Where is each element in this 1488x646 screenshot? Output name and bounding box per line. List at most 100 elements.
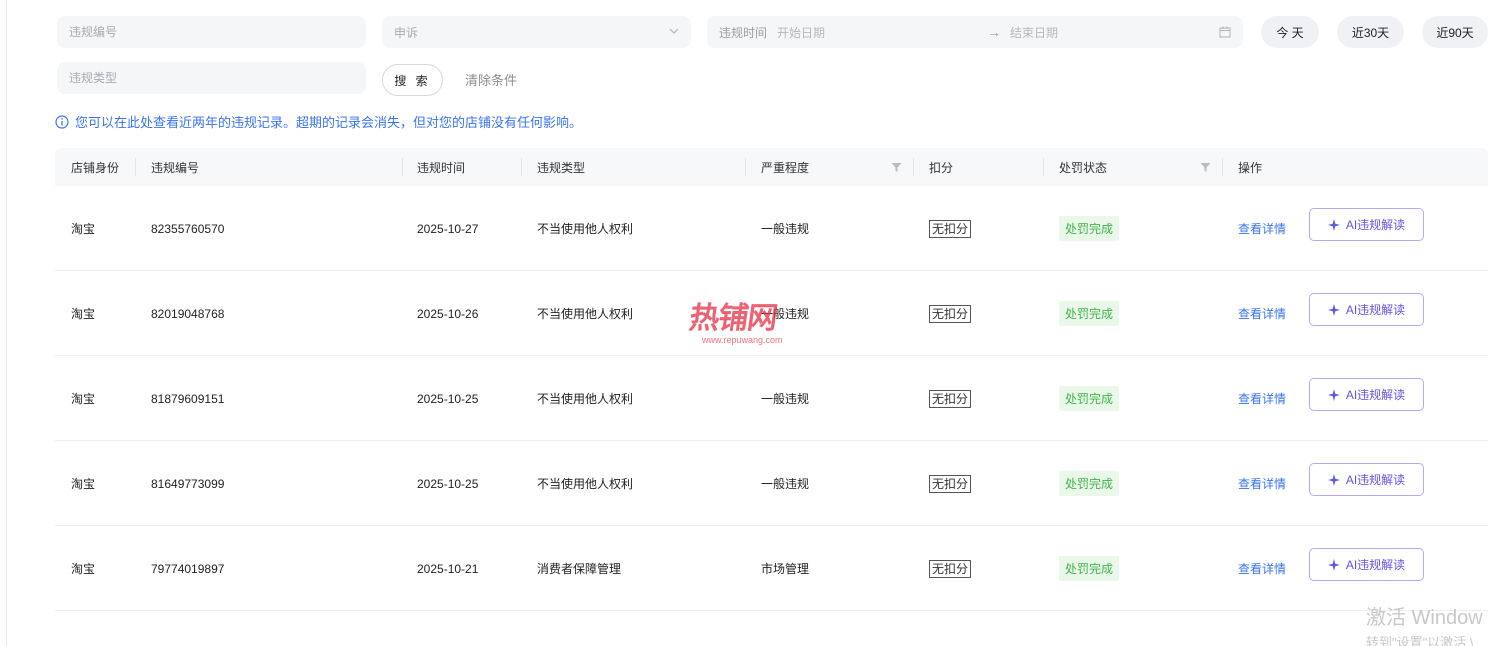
notice-text: 您可以在此处查看近两年的违规记录。超期的记录会消失，但对您的店铺没有任何影响。 (75, 115, 583, 130)
violation-type-input[interactable] (69, 71, 354, 85)
status-badge: 处罚完成 (1059, 386, 1120, 411)
info-circle-icon (55, 114, 69, 129)
severity-filter-icon[interactable] (891, 162, 902, 173)
view-details-link[interactable]: 查看详情 (1238, 305, 1286, 322)
cell-violation-no: 79774019897 (151, 561, 225, 576)
quick-90-days-button[interactable]: 近90天 (1422, 16, 1488, 48)
cell-violation-time: 2025-10-25 (417, 476, 479, 491)
cell-violation-time: 2025-10-21 (417, 561, 479, 576)
cell-shop: 淘宝 (71, 392, 96, 406)
table-row: 淘宝 81649773099 2025-10-25 不当使用他人权利 一般违规 … (55, 441, 1488, 526)
cell-violation-type: 不当使用他人权利 (537, 392, 634, 406)
table-row: 淘宝 82355760570 2025-10-27 不当使用他人权利 一般违规 … (55, 186, 1488, 271)
ai-interpret-button[interactable]: AI违规解读 (1309, 463, 1424, 496)
deduct-tag: 无扣分 (929, 219, 972, 238)
deduct-tag: 无扣分 (929, 559, 972, 578)
status-badge: 处罚完成 (1059, 471, 1120, 496)
ai-interpret-button[interactable]: AI违规解读 (1309, 208, 1424, 241)
appeal-select-value: 申诉 (394, 25, 419, 40)
cell-violation-type: 不当使用他人权利 (537, 307, 634, 321)
header-violation-no: 违规编号 (151, 160, 200, 175)
violation-type-field[interactable] (57, 62, 366, 94)
cell-violation-time: 2025-10-26 (417, 306, 479, 321)
ai-interpret-label: AI违规解读 (1345, 303, 1406, 317)
ai-interpret-label: AI违规解读 (1345, 473, 1406, 487)
status-badge: 处罚完成 (1059, 301, 1120, 326)
sparkle-star-icon (1327, 303, 1340, 316)
windows-activation-subtitle: 转到"设置"以激活 \ (1366, 635, 1474, 646)
date-range-arrow: → (987, 24, 1001, 40)
sparkle-star-icon (1327, 558, 1340, 571)
quick-30-days-button[interactable]: 近30天 (1337, 16, 1404, 48)
header-divider (1043, 158, 1044, 176)
cell-shop: 淘宝 (71, 222, 96, 236)
date-start-input[interactable]: 开始日期 (777, 24, 825, 41)
cell-violation-type: 不当使用他人权利 (537, 477, 634, 491)
header-violation-type: 违规类型 (537, 160, 586, 175)
ai-interpret-label: AI违规解读 (1345, 218, 1406, 232)
view-details-link[interactable]: 查看详情 (1238, 390, 1286, 407)
ai-interpret-label: AI违规解读 (1345, 388, 1406, 402)
header-divider (521, 158, 522, 176)
cell-violation-time: 2025-10-25 (417, 391, 479, 406)
deduct-tag: 无扣分 (929, 304, 972, 323)
watermark-url: www.repuwang.com (702, 335, 783, 345)
header-divider (745, 158, 746, 176)
header-divider (135, 158, 136, 176)
ai-interpret-button[interactable]: AI违规解读 (1309, 548, 1424, 581)
notice-bar: 您可以在此处查看近两年的违规记录。超期的记录会消失，但对您的店铺没有任何影响。 (55, 112, 582, 131)
view-details-link[interactable]: 查看详情 (1238, 560, 1286, 577)
table-header: 店铺身份 违规编号 违规时间 违规类型 严重程度 扣分 处罚状态 操作 (55, 148, 1488, 186)
watermark-logo-text: 热铺网 (687, 301, 779, 336)
header-deduct: 扣分 (929, 160, 954, 175)
cell-violation-type: 不当使用他人权利 (537, 222, 634, 236)
clear-filters-button[interactable]: 清除条件 (465, 70, 517, 89)
header-severity: 严重程度 (761, 160, 810, 175)
cell-severity: 一般违规 (761, 477, 810, 491)
header-violation-time: 违规时间 (417, 160, 466, 175)
ai-interpret-button[interactable]: AI违规解读 (1309, 378, 1424, 411)
header-divider (913, 158, 914, 176)
cell-severity: 市场管理 (761, 562, 810, 576)
cell-shop: 淘宝 (71, 562, 96, 576)
search-button[interactable]: 搜 索 (382, 64, 443, 96)
sparkle-star-icon (1327, 388, 1340, 401)
header-divider (402, 158, 403, 176)
cell-violation-time: 2025-10-27 (417, 221, 479, 236)
deduct-tag: 无扣分 (929, 474, 972, 493)
cell-violation-no: 81879609151 (151, 391, 225, 406)
cell-violation-no: 82019048768 (151, 306, 225, 321)
windows-activation-title: 激活 Window (1366, 607, 1483, 629)
ai-interpret-button[interactable]: AI违规解读 (1309, 293, 1424, 326)
cell-violation-type: 消费者保障管理 (537, 562, 622, 576)
windows-activation-overlay: 激活 Window 转到"设置"以激活 \ (1366, 601, 1483, 646)
status-badge: 处罚完成 (1059, 556, 1120, 581)
header-divider (1222, 158, 1223, 176)
watermark-logo: 热铺网 www.repuwang.com (687, 293, 810, 351)
header-shop: 店铺身份 (71, 160, 120, 175)
quick-today-button[interactable]: 今 天 (1261, 16, 1319, 48)
view-details-link[interactable]: 查看详情 (1238, 220, 1286, 237)
appeal-select[interactable]: 申诉 (382, 16, 691, 48)
date-range-label: 违规时间 (719, 25, 768, 40)
status-badge: 处罚完成 (1059, 216, 1120, 241)
sparkle-star-icon (1327, 473, 1340, 486)
header-action: 操作 (1238, 160, 1263, 175)
cell-violation-no: 82355760570 (151, 221, 225, 236)
deduct-tag: 无扣分 (929, 389, 972, 408)
violation-no-input[interactable] (69, 25, 354, 39)
cell-shop: 淘宝 (71, 477, 96, 491)
date-range-picker[interactable]: 违规时间 开始日期 → 结束日期 (707, 16, 1243, 48)
violation-no-field[interactable] (57, 16, 366, 48)
ai-interpret-label: AI违规解读 (1345, 558, 1406, 572)
table-row: 淘宝 81879609151 2025-10-25 不当使用他人权利 一般违规 … (55, 356, 1488, 441)
sparkle-star-icon (1327, 218, 1340, 231)
chevron-down-icon (669, 28, 679, 34)
status-filter-icon[interactable] (1200, 162, 1211, 173)
header-status: 处罚状态 (1059, 160, 1108, 175)
view-details-link[interactable]: 查看详情 (1238, 475, 1286, 492)
calendar-icon (1219, 26, 1231, 38)
cell-severity: 一般违规 (761, 222, 810, 236)
table-row: 淘宝 79774019897 2025-10-21 消费者保障管理 市场管理 无… (55, 526, 1488, 611)
date-end-input[interactable]: 结束日期 (1010, 24, 1058, 41)
